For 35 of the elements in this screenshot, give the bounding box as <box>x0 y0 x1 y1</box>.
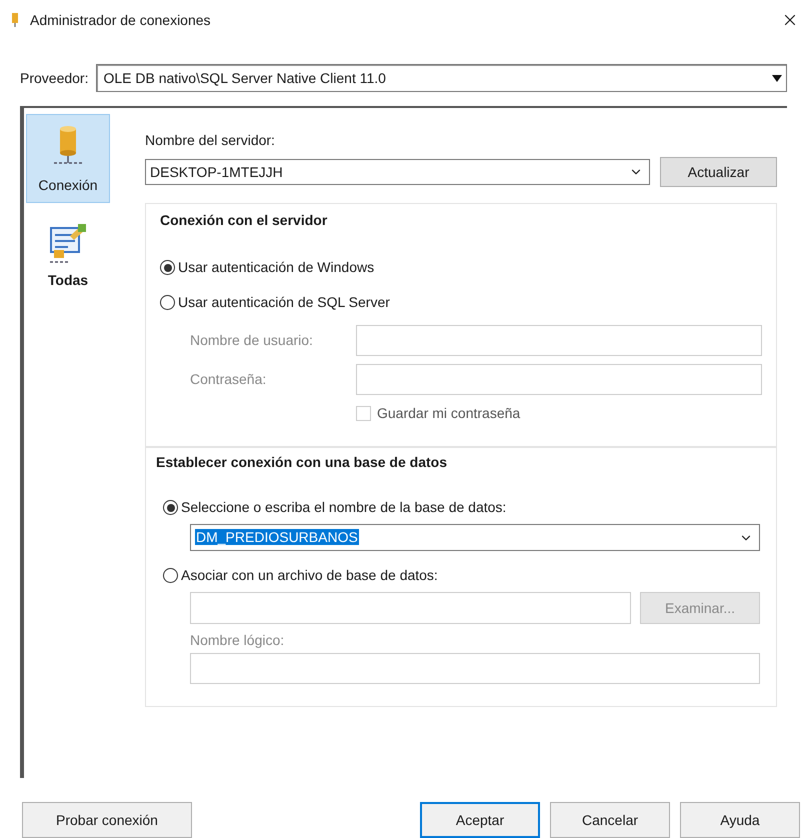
group-title: Establecer conexión con una base de datos <box>156 453 448 472</box>
radio-button[interactable] <box>160 295 175 310</box>
radio-label: Seleccione o escriba el nombre de la base de datos: <box>181 498 506 517</box>
password-label: Contraseña: <box>190 370 268 389</box>
radio-button[interactable] <box>160 260 175 275</box>
radio-label: Usar autenticación de Windows <box>178 258 374 277</box>
radio-label: Usar autenticación de SQL Server <box>178 293 390 312</box>
properties-icon <box>48 222 88 266</box>
sidebar-item[interactable]: Conexión <box>26 114 110 203</box>
server-label: Nombre del servidor: <box>145 131 276 150</box>
dialog-button[interactable]: Probar conexión <box>22 802 192 838</box>
app-icon <box>10 12 20 28</box>
database-value: DM_PREDIOSURBANOS <box>195 529 359 545</box>
username-field[interactable] <box>356 325 762 356</box>
provider-label: Proveedor: <box>20 68 88 88</box>
provider-dropdown[interactable]: OLE DB nativo\SQL Server Native Client 11.0 <box>96 64 787 92</box>
radio-button[interactable] <box>163 500 178 515</box>
password-field[interactable] <box>356 364 762 395</box>
group-title: Conexión con el servidor <box>160 211 328 230</box>
dropdown-arrow-icon <box>772 74 782 82</box>
dialog-button[interactable]: Cancelar <box>550 802 670 838</box>
server-dropdown[interactable]: DESKTOP-1MTEJJH <box>145 159 650 185</box>
window-title: Administrador de conexiones <box>30 10 211 30</box>
database-dropdown[interactable]: DM_PREDIOSURBANOS <box>190 524 760 551</box>
username-label: Nombre de usuario: <box>190 331 314 350</box>
logical-name-label: Nombre lógico: <box>190 631 286 650</box>
file-field[interactable] <box>190 592 631 624</box>
radio-label: Asociar con un archivo de base de datos: <box>181 566 438 585</box>
dialog-button[interactable]: Aceptar <box>420 802 540 838</box>
sidebar-item[interactable]: Todas <box>26 211 110 298</box>
checkbox-label: Guardar mi contraseña <box>377 404 520 423</box>
refresh-button[interactable]: Actualizar <box>660 157 777 187</box>
dialog-button[interactable]: Ayuda <box>680 802 800 838</box>
logical-name-field[interactable] <box>190 653 760 684</box>
radio-button[interactable] <box>163 568 178 583</box>
